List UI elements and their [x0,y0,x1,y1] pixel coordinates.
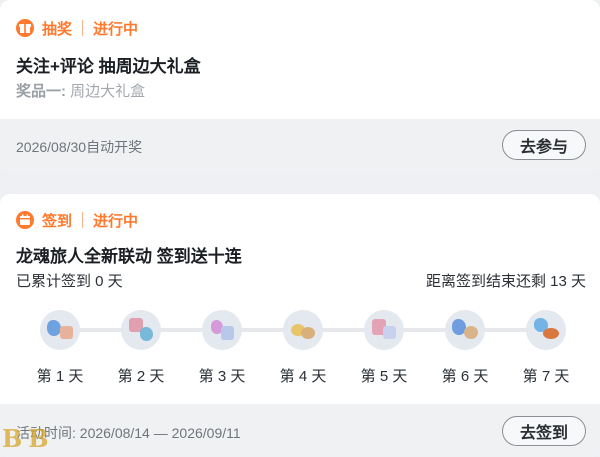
join-button[interactable]: 去参与 [502,130,586,160]
crystal-and-food-icon [526,310,566,350]
day-item[interactable]: 第 5 天 [349,310,419,386]
day-item[interactable]: 第 7 天 [511,310,581,386]
accumulated-days: 已累计签到 0 天 [16,273,123,290]
day-item[interactable]: 第 2 天 [106,310,176,386]
day-item[interactable]: 第 3 天 [187,310,257,386]
lottery-tag: 抽奖 [42,20,73,38]
lottery-footer: 2026/08/30自动开奖 去参与 [0,119,600,172]
signin-footer: 活动时间: 2026/08/14 — 2026/09/11 去签到 [0,404,600,457]
gift-icon [16,19,34,37]
coin-pile-icon [283,310,323,350]
signin-card: 签到 进行中 龙魂旅人全新联动 签到送十连 已累计签到 0 天 距离签到结束还剩… [0,194,600,457]
crystal-and-shell-icon [445,310,485,350]
signin-button[interactable]: 去签到 [502,416,586,446]
signin-status: 进行中 [93,212,139,230]
prize-value: 周边大礼盒 [70,83,146,100]
calendar-icon [16,211,34,229]
watermark-logo: BB [2,424,55,453]
lottery-title: 关注+评论 抽周边大礼盒 [16,57,201,76]
prize-key: 奖品一: [16,83,66,100]
gift-and-crystal-icon [121,310,161,350]
ticket-pair-icon [364,310,404,350]
day-item[interactable]: 第 1 天 [25,310,95,386]
draw-date: 2026/08/30自动开奖 [16,139,143,155]
day-item[interactable]: 第 6 天 [430,310,500,386]
crystal-and-ticket-icon [40,310,80,350]
signin-card-header: 签到 进行中 [16,210,138,230]
lottery-status: 进行中 [93,20,139,38]
prize-line: 奖品一: 周边大礼盒 [16,80,145,101]
header-divider [82,212,84,228]
lottery-card: 抽奖 进行中 关注+评论 抽周边大礼盒 奖品一: 周边大礼盒 2026/08/3… [0,0,600,172]
potion-and-card-icon [202,310,242,350]
remaining-days: 距离签到结束还剩 13 天 [425,273,586,290]
lottery-card-header: 抽奖 进行中 [16,18,138,38]
day-item[interactable]: 第 4 天 [268,310,338,386]
signin-tag: 签到 [42,212,73,230]
header-divider [82,20,84,36]
signin-title: 龙魂旅人全新联动 签到送十连 [16,247,242,266]
